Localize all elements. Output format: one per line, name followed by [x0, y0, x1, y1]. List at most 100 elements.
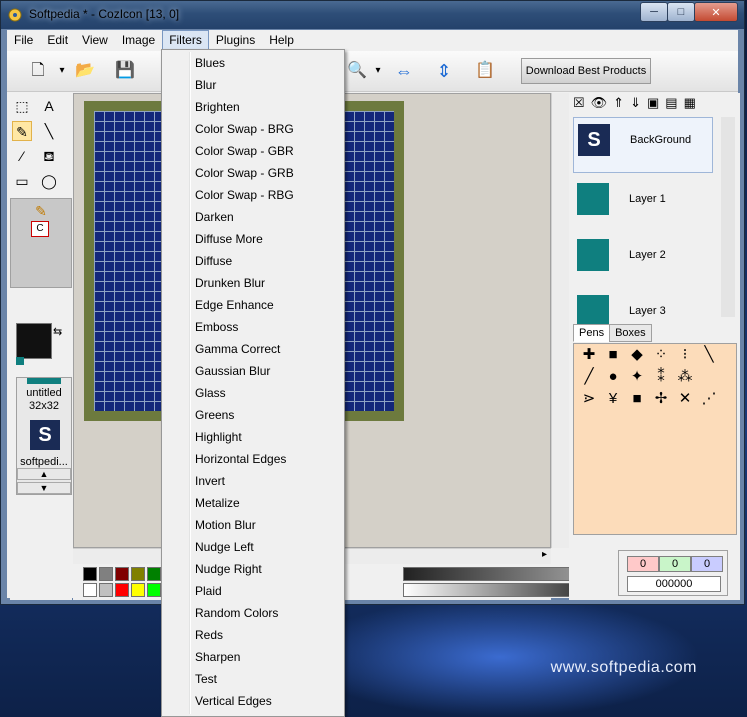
tab-pens[interactable]: Pens	[573, 324, 611, 342]
pen-brush[interactable]: ⁘	[652, 346, 670, 364]
filter-drunken-blur[interactable]: Drunken Blur	[195, 272, 265, 294]
move-up-icon[interactable]: ⇑	[613, 95, 624, 111]
close-button[interactable]: ✕	[694, 2, 738, 22]
layer-2[interactable]: Layer 2	[573, 233, 713, 289]
pen-brush[interactable]: ●	[604, 368, 622, 386]
save-icon[interactable]: 💾	[115, 62, 135, 80]
layer-properties-icon[interactable]: ▤	[665, 95, 677, 111]
pen-brush[interactable]: ╲	[700, 346, 718, 364]
filter-plaid[interactable]: Plaid	[195, 580, 222, 602]
filter-diffuse-more[interactable]: Diffuse More	[195, 228, 263, 250]
filter-darken[interactable]: Darken	[195, 206, 234, 228]
pen-brush[interactable]: ■	[604, 346, 622, 364]
new-file-icon[interactable]: 🗋	[29, 62, 47, 80]
layers-scrollbar[interactable]	[721, 117, 735, 317]
filter-greens[interactable]: Greens	[195, 404, 234, 426]
clipboard-icon[interactable]: 📋	[475, 62, 495, 80]
palette-swatch[interactable]	[99, 583, 113, 597]
pen-brush[interactable]: ⁑	[652, 368, 670, 386]
pen-brush[interactable]: ⋗	[580, 390, 598, 408]
filter-color-swap-rbg[interactable]: Color Swap - RBG	[195, 184, 294, 206]
dropdown-arrow-icon[interactable]: ▾	[53, 62, 71, 80]
filter-blur[interactable]: Blur	[195, 74, 216, 96]
red-value-field[interactable]: 0	[627, 556, 659, 572]
hex-value-field[interactable]: 000000	[627, 576, 721, 592]
menu-file[interactable]: File	[7, 30, 40, 50]
pen-brush[interactable]: ⁂	[676, 368, 694, 386]
canvas-vertical-scrollbar[interactable]	[551, 93, 569, 548]
rectangle-tool-icon[interactable]: ▭	[12, 171, 32, 191]
pen-brush[interactable]: ◆	[628, 346, 646, 364]
pen-brush[interactable]: ✢	[652, 390, 670, 408]
swap-colors-icon[interactable]: ⇆	[53, 325, 62, 338]
text-tool-icon[interactable]: A	[39, 96, 59, 116]
filter-test[interactable]: Test	[195, 668, 217, 690]
palette-swatch[interactable]	[83, 583, 97, 597]
filter-gaussian-blur[interactable]: Gaussian Blur	[195, 360, 270, 382]
line-tool-icon[interactable]: ╲	[39, 121, 59, 141]
filter-metalize[interactable]: Metalize	[195, 492, 240, 514]
palette-swatch[interactable]	[131, 583, 145, 597]
filter-nudge-left[interactable]: Nudge Left	[195, 536, 254, 558]
pen-brush[interactable]: ✚	[580, 346, 598, 364]
zoom-dropdown-icon[interactable]: ▾	[369, 62, 387, 80]
pen-brush[interactable]: ╱	[580, 368, 598, 386]
visibility-icon[interactable]: 👁	[591, 95, 608, 111]
filter-emboss[interactable]: Emboss	[195, 316, 238, 338]
palette-swatch[interactable]	[115, 583, 129, 597]
pencil-tool-icon[interactable]: ✎	[12, 121, 32, 141]
filter-color-swap-grb[interactable]: Color Swap - GRB	[195, 162, 294, 184]
doc-thumb-softpedia[interactable]: S	[30, 420, 60, 450]
menu-edit[interactable]: Edit	[40, 30, 75, 50]
filter-motion-blur[interactable]: Motion Blur	[195, 514, 256, 536]
filter-highlight[interactable]: Highlight	[195, 426, 242, 448]
pen-brush[interactable]: ✦	[628, 368, 646, 386]
palette-swatch[interactable]	[147, 583, 161, 597]
filter-brighten[interactable]: Brighten	[195, 96, 240, 118]
blue-value-field[interactable]: 0	[691, 556, 723, 572]
flip-vertical-icon[interactable]: ⇕	[435, 62, 453, 80]
filter-edge-enhance[interactable]: Edge Enhance	[195, 294, 274, 316]
filter-gamma-correct[interactable]: Gamma Correct	[195, 338, 280, 360]
title-bar[interactable]: Softpedia * - CozIcon [13, 0] ─ □ ✕	[1, 1, 744, 29]
doc-label-softpedia[interactable]: softpedi...	[17, 456, 71, 468]
open-folder-icon[interactable]: 📂	[75, 62, 95, 80]
doc-scroll-down-icon[interactable]: ▼	[17, 482, 71, 494]
default-colors-icon[interactable]	[16, 357, 24, 365]
move-down-icon[interactable]: ⇓	[630, 95, 641, 111]
zoom-icon[interactable]: 🔍	[347, 62, 367, 80]
pen-brush[interactable]: ¥	[604, 390, 622, 408]
menu-plugins[interactable]: Plugins	[209, 30, 262, 50]
menu-help[interactable]: Help	[262, 30, 301, 50]
minimize-button[interactable]: ─	[640, 2, 668, 22]
palette-swatch[interactable]	[99, 567, 113, 581]
download-best-products-button[interactable]: Download Best Products	[521, 58, 651, 84]
pen-brush[interactable]: ⁝	[676, 346, 694, 364]
filter-glass[interactable]: Glass	[195, 382, 226, 404]
palette-swatch[interactable]	[131, 567, 145, 581]
filter-diffuse[interactable]: Diffuse	[195, 250, 232, 272]
ellipse-tool-icon[interactable]: ◯	[39, 171, 59, 191]
filter-sharpen[interactable]: Sharpen	[195, 646, 240, 668]
maximize-button[interactable]: □	[667, 2, 695, 22]
pencil-option-icon[interactable]: ✎	[31, 201, 51, 221]
select-rect-icon[interactable]: ⬚	[12, 96, 32, 116]
palette-swatch[interactable]	[83, 567, 97, 581]
filter-color-swap-gbr[interactable]: Color Swap - GBR	[195, 140, 294, 162]
scroll-right-icon[interactable]: ▸	[542, 549, 547, 560]
filter-vertical-edges[interactable]: Vertical Edges	[195, 690, 272, 712]
doc-scroll-up-icon[interactable]: ▲	[17, 468, 71, 480]
doc-thumb-untitled[interactable]	[27, 378, 61, 384]
menu-view[interactable]: View	[75, 30, 115, 50]
filter-color-swap-brg[interactable]: Color Swap - BRG	[195, 118, 294, 140]
tab-boxes[interactable]: Boxes	[609, 324, 652, 342]
green-value-field[interactable]: 0	[659, 556, 691, 572]
pen-brush[interactable]: ■	[628, 390, 646, 408]
filter-invert[interactable]: Invert	[195, 470, 225, 492]
filter-random-colors[interactable]: Random Colors	[195, 602, 278, 624]
filter-horizontal-edges[interactable]: Horizontal Edges	[195, 448, 286, 470]
menu-filters[interactable]: Filters	[162, 30, 209, 51]
layer-background[interactable]: S BackGround	[573, 117, 713, 173]
filter-reds[interactable]: Reds	[195, 624, 223, 646]
filter-blues[interactable]: Blues	[195, 52, 225, 74]
